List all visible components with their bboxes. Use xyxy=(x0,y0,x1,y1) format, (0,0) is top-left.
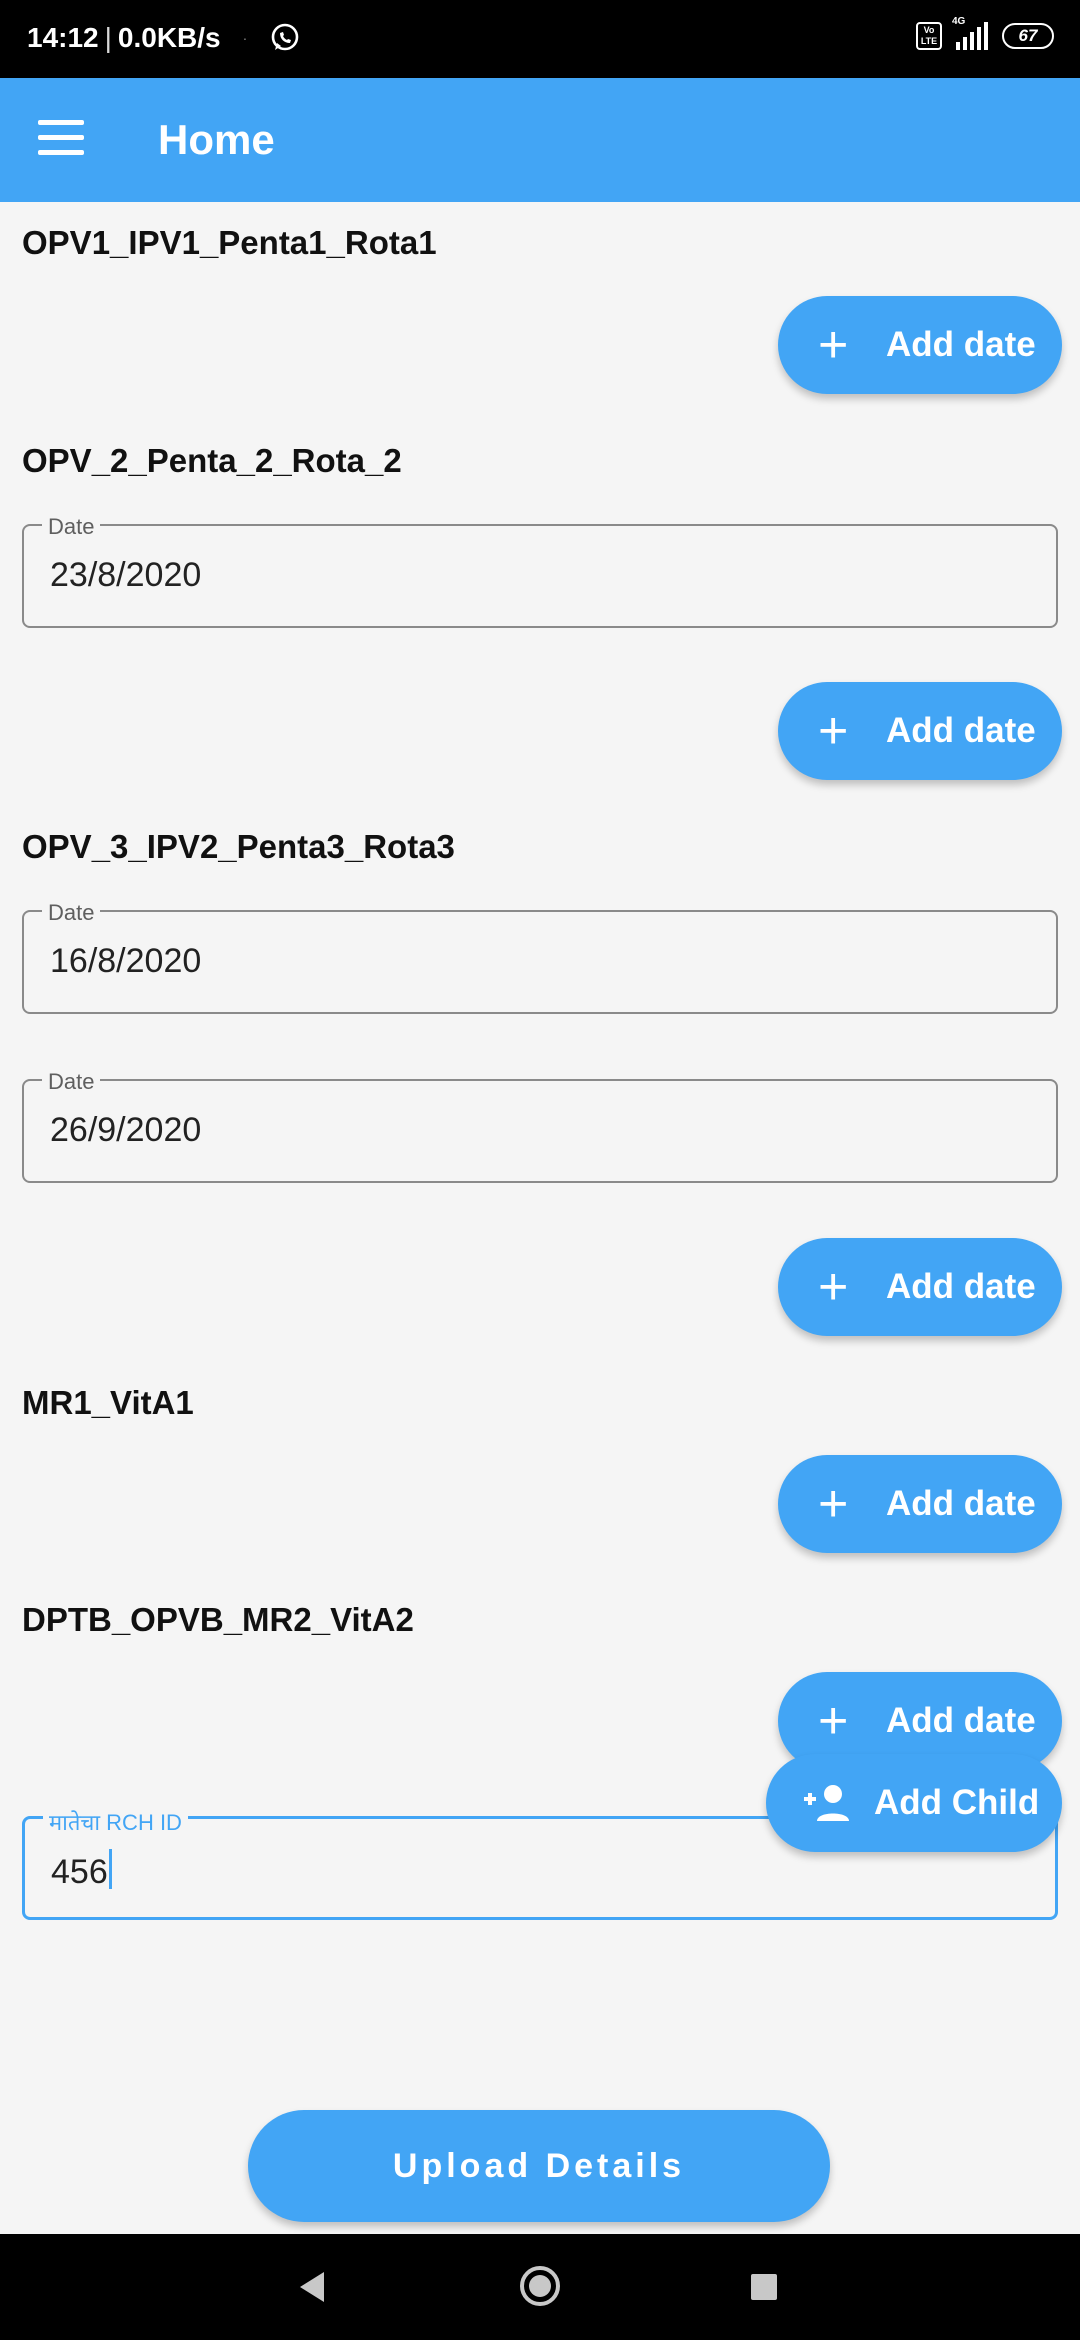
text-cursor xyxy=(108,1849,112,1889)
add-child-button[interactable]: Add Child xyxy=(766,1754,1062,1852)
status-speed: 0.0KB/s xyxy=(117,22,221,53)
back-icon[interactable] xyxy=(296,2270,330,2304)
plus-icon: + xyxy=(818,1258,849,1316)
date-field[interactable]: Date 16/8/2020 xyxy=(22,900,1058,1014)
add-date-button[interactable]: + Add date xyxy=(778,296,1062,394)
section-title: OPV_2_Penta_2_Rota_2 xyxy=(22,442,402,479)
vaccination-form: OPV1_IPV1_Penta1_Rota1 + Add date OPV_2_… xyxy=(0,202,1080,2234)
signal-icon: 4G xyxy=(952,16,988,50)
whatsapp-icon xyxy=(271,23,299,51)
plus-icon: + xyxy=(818,1692,849,1750)
add-date-button[interactable]: + Add date xyxy=(778,1238,1062,1336)
recents-icon[interactable] xyxy=(751,2274,777,2300)
plus-icon: + xyxy=(818,1475,849,1533)
add-date-label: Add date xyxy=(886,325,1036,364)
add-date-label: Add date xyxy=(886,711,1036,750)
date-field-label: Date xyxy=(42,900,101,926)
plus-icon: + xyxy=(818,316,849,374)
date-field[interactable]: Date 26/9/2020 xyxy=(22,1069,1058,1183)
menu-icon[interactable] xyxy=(38,120,84,160)
rch-id-label: मातेचा RCH ID xyxy=(43,1807,188,1837)
status-right: Vo LTE 4G 67 xyxy=(916,16,1054,50)
person-add-icon xyxy=(804,1785,849,1821)
navigation-bar xyxy=(0,2234,1080,2340)
date-field[interactable]: Date 23/8/2020 xyxy=(22,514,1058,628)
add-date-label: Add date xyxy=(886,1267,1036,1306)
status-bar: 14:12 | 0.0KB/s · Vo LTE 4G 67 xyxy=(0,0,1080,78)
section-title: OPV_3_IPV2_Penta3_Rota3 xyxy=(22,828,455,865)
status-separator: | xyxy=(104,22,112,53)
app-bar: Home xyxy=(0,78,1080,202)
section-title: MR1_VitA1 xyxy=(22,1384,194,1421)
add-date-label: Add date xyxy=(886,1701,1036,1740)
section-title: DPTB_OPVB_MR2_VitA2 xyxy=(22,1601,414,1638)
rch-id-value: 456 xyxy=(51,1849,112,1892)
date-field-value: 23/8/2020 xyxy=(50,556,202,594)
date-field-value: 16/8/2020 xyxy=(50,942,202,980)
status-dot: · xyxy=(242,30,248,46)
upload-details-button[interactable]: Upload Details xyxy=(248,2110,830,2222)
plus-icon: + xyxy=(818,702,849,760)
status-time: 14:12 xyxy=(27,22,99,53)
add-date-button[interactable]: + Add date xyxy=(778,682,1062,780)
home-icon[interactable] xyxy=(520,2266,560,2306)
status-left: 14:12 | 0.0KB/s · xyxy=(27,22,301,54)
battery-icon: 67 xyxy=(1002,23,1054,49)
network-type: 4G xyxy=(952,16,966,27)
add-date-label: Add date xyxy=(886,1484,1036,1523)
date-field-value: 26/9/2020 xyxy=(50,1111,202,1149)
page-title: Home xyxy=(158,116,275,163)
section-title: OPV1_IPV1_Penta1_Rota1 xyxy=(22,224,437,261)
add-date-button[interactable]: + Add date xyxy=(778,1455,1062,1553)
date-field-label: Date xyxy=(42,514,101,540)
date-field-label: Date xyxy=(42,1069,101,1095)
upload-details-label: Upload Details xyxy=(392,2146,686,2185)
volte-icon: Vo LTE xyxy=(916,22,942,50)
add-child-label: Add Child xyxy=(874,1783,1040,1822)
